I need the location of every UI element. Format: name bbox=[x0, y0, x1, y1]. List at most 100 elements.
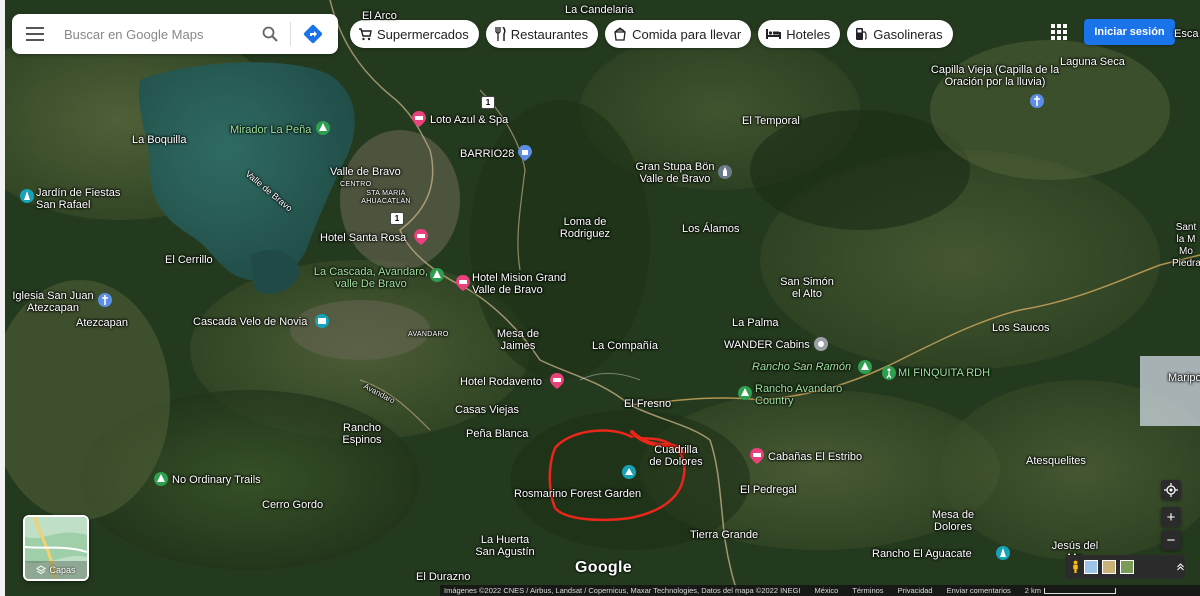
scale-indicator[interactable]: 2 km bbox=[1025, 586, 1117, 595]
place-label[interactable]: La Huerta San Agustín bbox=[474, 534, 536, 558]
place-label[interactable]: La Boquilla bbox=[132, 134, 186, 146]
place-label[interactable]: Esca bbox=[1174, 28, 1198, 40]
temple-pin-icon[interactable] bbox=[716, 163, 734, 181]
place-label[interactable]: El Pedregal bbox=[740, 484, 797, 496]
shop-pin-icon[interactable] bbox=[516, 144, 534, 162]
directions-icon[interactable] bbox=[295, 14, 331, 54]
church-pin-icon[interactable] bbox=[96, 291, 114, 309]
layers-button[interactable]: Capas bbox=[23, 515, 89, 581]
place-label[interactable]: El Fresno bbox=[624, 398, 671, 410]
place-label[interactable]: El Temporal bbox=[742, 115, 800, 127]
place-label[interactable]: El Cerrillo bbox=[165, 254, 213, 266]
hotel-pin-icon[interactable] bbox=[454, 274, 472, 292]
chevron-up-icon[interactable] bbox=[1176, 560, 1185, 574]
thumbnail-map[interactable] bbox=[1084, 560, 1098, 574]
menu-icon[interactable] bbox=[12, 14, 58, 54]
hotel-pin-icon[interactable] bbox=[548, 372, 566, 390]
pegman-icon[interactable] bbox=[1071, 558, 1080, 576]
venue-pin-icon[interactable] bbox=[18, 187, 36, 205]
garden-pin-icon[interactable] bbox=[620, 463, 638, 481]
place-label[interactable]: Cabañas El Estribo bbox=[768, 451, 862, 463]
zoom-in-button[interactable]: + bbox=[1161, 507, 1181, 527]
park-pin-icon[interactable] bbox=[736, 384, 754, 402]
park-pin-icon[interactable] bbox=[856, 358, 874, 376]
place-label[interactable]: Mirador La Peña bbox=[230, 124, 311, 136]
place-label[interactable]: El Durazno bbox=[416, 571, 470, 583]
place-label[interactable]: Mesa de Dolores bbox=[930, 509, 976, 533]
search-box[interactable] bbox=[12, 14, 338, 54]
place-label[interactable]: Peña Blanca bbox=[466, 428, 528, 440]
place-label[interactable]: No Ordinary Trails bbox=[172, 474, 261, 486]
place-label[interactable]: Rancho San Ramón bbox=[752, 361, 851, 373]
place-label[interactable]: Atezcapan bbox=[76, 317, 128, 329]
place-label[interactable]: La Candelaria bbox=[565, 4, 634, 16]
place-label[interactable]: Rancho El Aguacate bbox=[872, 548, 972, 560]
my-location-button[interactable] bbox=[1161, 480, 1181, 500]
park-pin-icon[interactable] bbox=[314, 119, 332, 137]
place-label[interactable]: Gran Stupa Bön Valle de Bravo bbox=[632, 161, 718, 185]
venue-pin-icon[interactable] bbox=[994, 544, 1012, 562]
place-label[interactable]: Capilla Vieja (Capilla de la Oración por… bbox=[930, 64, 1060, 88]
thumbnail-terrain[interactable] bbox=[1102, 560, 1116, 574]
place-label[interactable]: Jardín de Fiestas San Rafael bbox=[36, 187, 136, 211]
chip-takeout[interactable]: Comida para llevar bbox=[605, 20, 752, 48]
place-label[interactable]: Los Álamos bbox=[682, 223, 739, 235]
place-label[interactable]: Los Saucos bbox=[992, 322, 1049, 334]
church-pin-icon[interactable] bbox=[1028, 92, 1046, 110]
grid-apps-icon[interactable] bbox=[1049, 22, 1069, 42]
place-label[interactable]: Atesquelites bbox=[1026, 455, 1086, 467]
place-label[interactable]: Loto Azul & Spa bbox=[430, 114, 508, 126]
place-label[interactable]: Rancho Espinos bbox=[340, 422, 384, 446]
category-chips: Supermercados Restaurantes Comida para l… bbox=[350, 20, 953, 48]
place-label[interactable]: Laguna Seca bbox=[1060, 56, 1125, 68]
place-label[interactable]: Mesa de Jaimes bbox=[494, 328, 542, 352]
hotel-pin-icon[interactable] bbox=[748, 447, 766, 465]
place-label[interactable]: Rosmarino Forest Garden bbox=[514, 488, 641, 500]
chip-hotels[interactable]: Hoteles bbox=[758, 20, 841, 48]
chip-restaurants[interactable]: Restaurantes bbox=[485, 20, 599, 48]
thumbnail-satellite[interactable] bbox=[1120, 560, 1134, 574]
place-label[interactable]: Hotel Rodavento bbox=[460, 376, 542, 388]
signin-button[interactable]: Iniciar sesión bbox=[1084, 19, 1175, 45]
zoom-out-button[interactable]: − bbox=[1161, 530, 1181, 550]
place-label[interactable]: Maripo bbox=[1168, 372, 1200, 384]
place-label[interactable]: Cascada Velo de Novia bbox=[193, 316, 307, 328]
chip-gas-stations[interactable]: Gasolineras bbox=[847, 20, 953, 48]
terms-link[interactable]: Términos bbox=[852, 586, 883, 595]
place-label[interactable]: Tierra Grande bbox=[690, 529, 758, 541]
place-label[interactable]: WANDER Cabins bbox=[724, 339, 810, 351]
imagery-credit: Imágenes ©2022 CNES / Airbus, Landsat / … bbox=[444, 586, 801, 595]
place-label[interactable]: San Simón el Alto bbox=[776, 276, 838, 300]
place-label[interactable]: La Compañía bbox=[592, 340, 658, 352]
place-label[interactable]: Loma de Rodriguez bbox=[558, 216, 612, 240]
feedback-link[interactable]: Enviar comentarios bbox=[947, 586, 1011, 595]
lodging-pin-icon[interactable] bbox=[812, 335, 830, 353]
hiking-pin-icon[interactable] bbox=[152, 470, 170, 488]
place-label[interactable]: El Arco bbox=[362, 10, 397, 22]
search-input[interactable] bbox=[58, 26, 254, 42]
hiking-pin-icon[interactable] bbox=[880, 364, 898, 382]
place-label[interactable]: Casas Viejas bbox=[455, 404, 519, 416]
search-icon[interactable] bbox=[254, 14, 286, 54]
place-label[interactable]: Cerro Gordo bbox=[262, 499, 323, 511]
place-label[interactable]: Cuadrilla de Dolores bbox=[648, 444, 704, 468]
hotel-pin-icon[interactable] bbox=[412, 228, 430, 246]
place-label[interactable]: Valle de Bravo bbox=[330, 166, 401, 178]
place-label[interactable]: BARRIO28 bbox=[460, 148, 514, 160]
hotel-pin-icon[interactable] bbox=[410, 110, 428, 128]
place-label[interactable]: Iglesia San Juan Atezcapan bbox=[8, 290, 98, 314]
place-label[interactable]: Rancho Avandaro Country bbox=[755, 383, 850, 407]
chip-supermarkets[interactable]: Supermercados bbox=[350, 20, 479, 48]
place-label[interactable]: Hotel Mision Grand Valle de Bravo bbox=[472, 272, 576, 296]
place-label[interactable]: MI FINQUITA RDH bbox=[898, 367, 990, 379]
place-label[interactable]: Sant la M Mo Piedra bbox=[1172, 222, 1200, 270]
place-label[interactable]: La Cascada, Avandaro, valle De Bravo bbox=[310, 266, 432, 290]
map-canvas[interactable]: Supermercados Restaurantes Comida para l… bbox=[0, 0, 1200, 596]
scale-bar bbox=[1044, 587, 1117, 594]
place-label[interactable]: La Palma bbox=[732, 317, 778, 329]
satellite-imagery[interactable] bbox=[0, 0, 1200, 596]
park-pin-icon[interactable] bbox=[428, 266, 446, 284]
privacy-link[interactable]: Privacidad bbox=[898, 586, 933, 595]
waterfall-pin-icon[interactable] bbox=[313, 312, 331, 330]
place-label[interactable]: Hotel Santa Rosa bbox=[320, 232, 406, 244]
